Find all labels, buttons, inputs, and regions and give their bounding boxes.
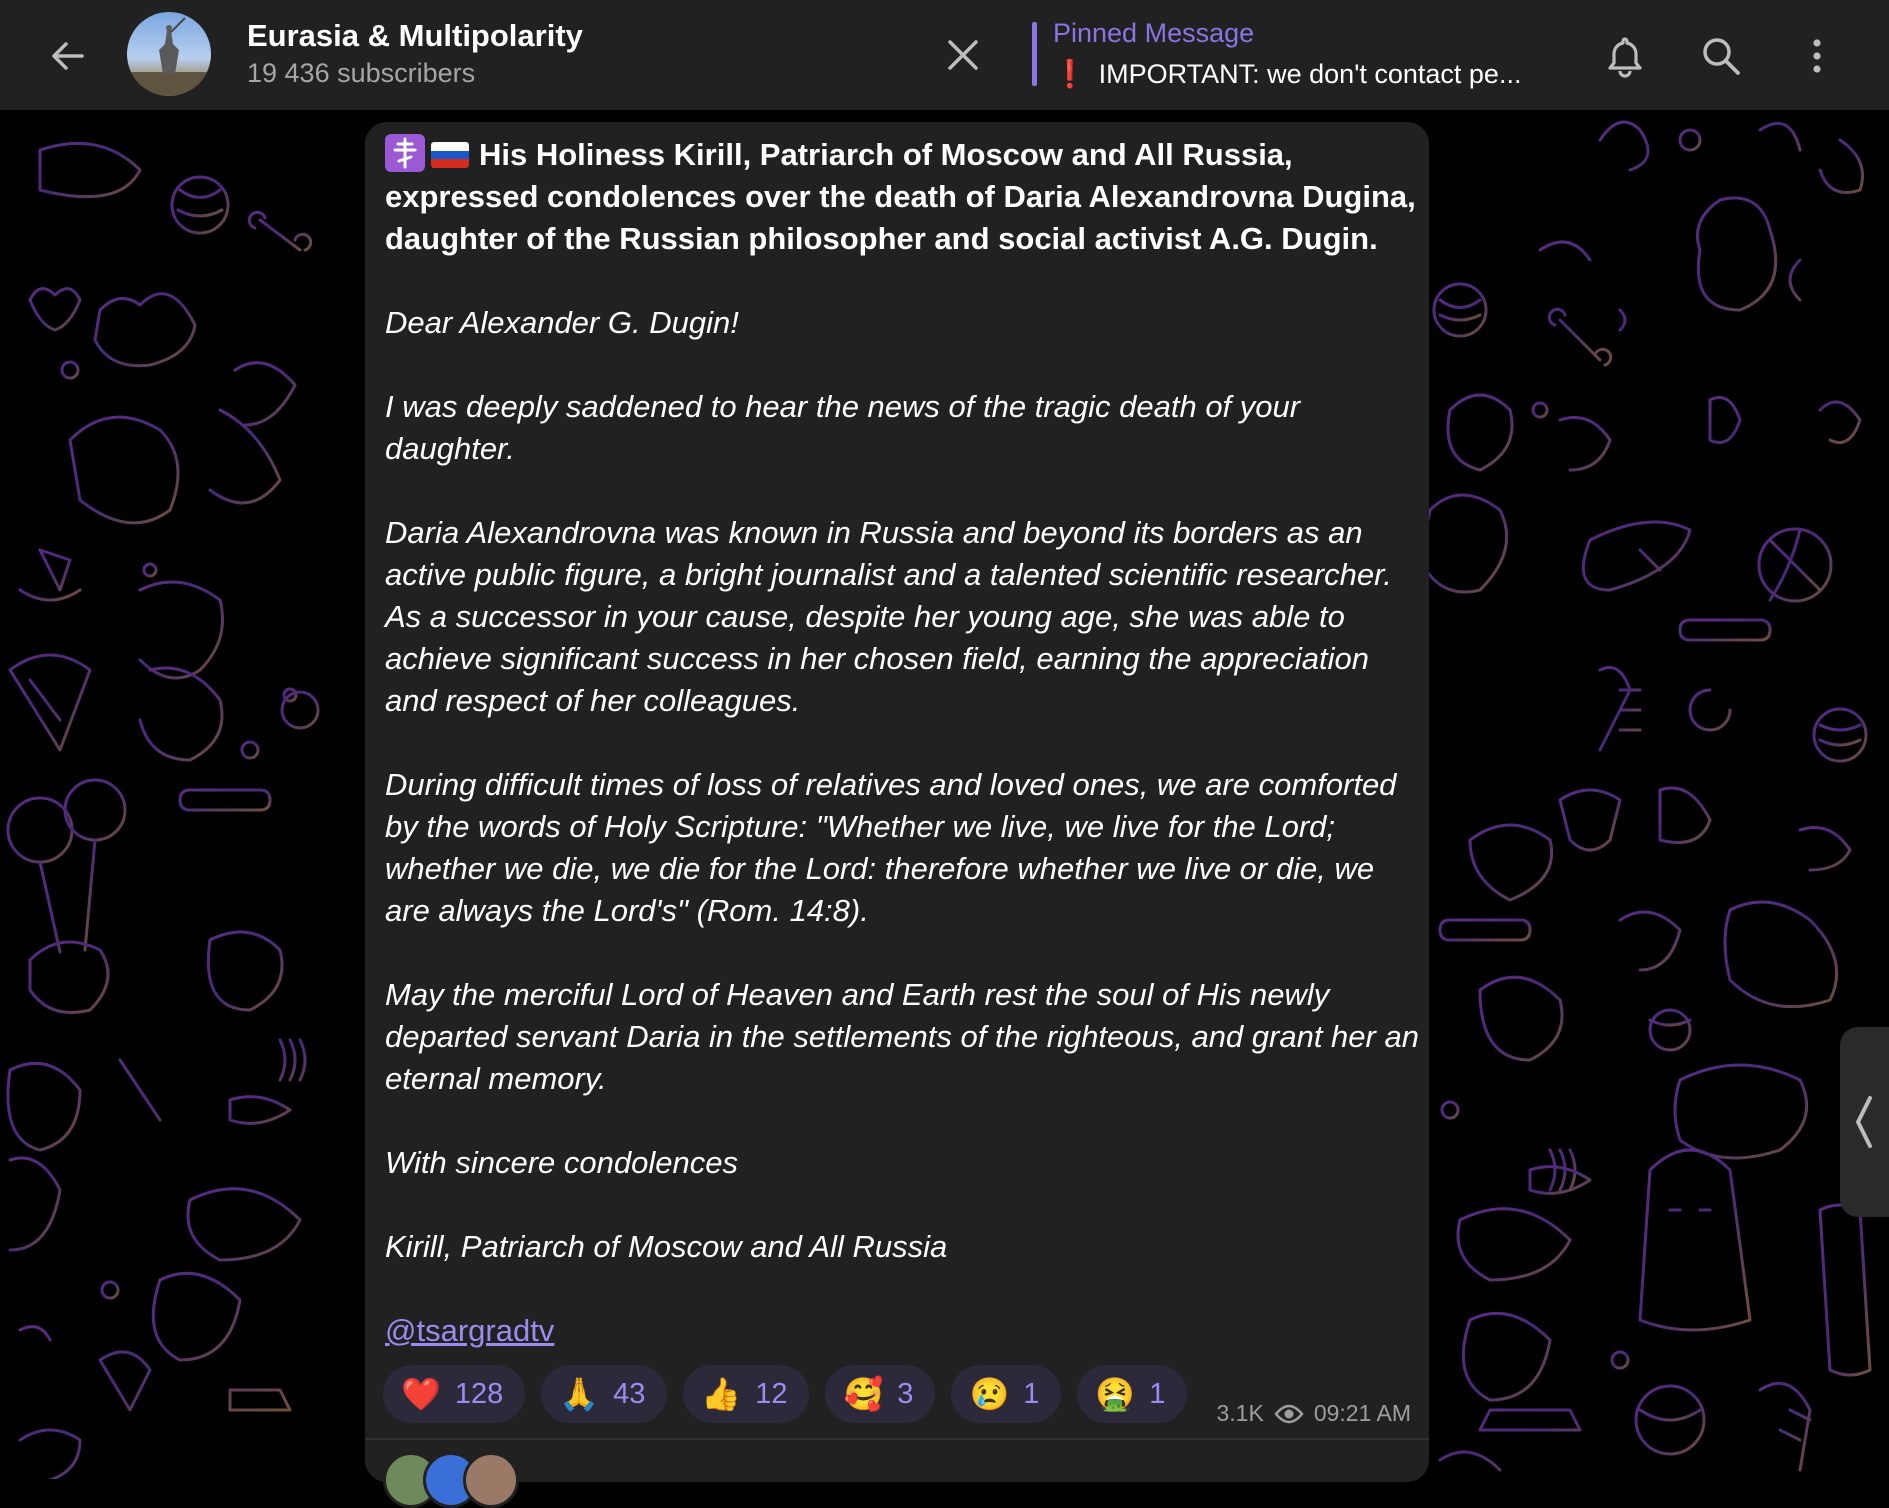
reaction-count: 1 xyxy=(1149,1377,1166,1410)
heart-icon: ❤️ xyxy=(401,1376,441,1412)
comments-divider xyxy=(365,1438,1429,1440)
close-pinned-button[interactable] xyxy=(940,32,986,78)
message-body: His Holiness Kirill, Patriarch of Moscow… xyxy=(385,134,1425,1352)
reaction-count: 43 xyxy=(613,1377,646,1410)
reaction-pray[interactable]: 🙏 43 xyxy=(541,1365,668,1423)
message-time: 09:21 AM xyxy=(1313,1400,1411,1426)
avatar xyxy=(463,1452,519,1508)
thumbs-up-icon: 👍 xyxy=(701,1376,742,1412)
russia-flag-icon xyxy=(431,142,469,168)
search-button[interactable] xyxy=(1693,28,1749,84)
statue-image xyxy=(127,17,211,96)
arrow-left-icon xyxy=(52,42,84,70)
search-icon xyxy=(1703,38,1740,75)
reaction-smiling-hearts[interactable]: 🥰 3 xyxy=(825,1365,936,1423)
reaction-heart[interactable]: ❤️ 128 xyxy=(383,1365,526,1423)
more-options-button[interactable] xyxy=(1789,28,1845,84)
reaction-count: 128 xyxy=(454,1377,504,1410)
view-count: 3.1K xyxy=(1216,1400,1264,1426)
paragraph: During difficult times of loss of relati… xyxy=(385,767,1397,928)
channel-title[interactable]: Eurasia & Multipolarity xyxy=(247,18,583,54)
pinned-message-text[interactable]: ❗ IMPORTANT: we don't contact pe... xyxy=(1053,58,1521,90)
reaction-count: 3 xyxy=(897,1377,914,1410)
reactions-row: ❤️ 128 🙏 43 👍 12 🥰 3 😢 1 🤮 1 xyxy=(383,1365,1188,1423)
headline-text: His Holiness Kirill, Patriarch of Moscow… xyxy=(385,137,1416,256)
side-panel-handle[interactable] xyxy=(1840,1027,1889,1217)
eye-icon xyxy=(1274,1404,1304,1423)
paragraph: Daria Alexandrovna was known in Russia a… xyxy=(385,515,1392,718)
paragraph: May the merciful Lord of Heaven and Eart… xyxy=(385,977,1419,1096)
reaction-crying[interactable]: 😢 1 xyxy=(951,1365,1062,1423)
reaction-vomit[interactable]: 🤮 1 xyxy=(1077,1365,1188,1423)
chat-header: Eurasia & Multipolarity 19 436 subscribe… xyxy=(0,0,1889,110)
message-meta: 3.1K 09:21 AM xyxy=(1216,1400,1411,1427)
pray-icon: 🙏 xyxy=(559,1376,600,1412)
message-headline: His Holiness Kirill, Patriarch of Moscow… xyxy=(385,134,1425,260)
more-vertical-icon xyxy=(1813,39,1821,73)
comments-avatars[interactable] xyxy=(383,1452,519,1508)
chevron-left-icon xyxy=(1856,1096,1872,1148)
channel-avatar[interactable] xyxy=(127,12,211,96)
bell-icon xyxy=(1608,37,1642,78)
paragraph: With sincere condolences xyxy=(385,1145,738,1180)
close-icon xyxy=(948,40,978,70)
pinned-message-preview: IMPORTANT: we don't contact pe... xyxy=(1098,59,1522,89)
vomiting-face-icon: 🤮 xyxy=(1095,1376,1136,1412)
reaction-count: 12 xyxy=(755,1377,788,1410)
message-bubble[interactable]: His Holiness Kirill, Patriarch of Moscow… xyxy=(365,122,1429,1508)
exclamation-icon: ❗ xyxy=(1053,59,1087,89)
paragraph: Kirill, Patriarch of Moscow and All Russ… xyxy=(385,1229,948,1264)
pinned-message-label[interactable]: Pinned Message xyxy=(1053,18,1254,49)
paragraph: I was deeply saddened to hear the news o… xyxy=(385,389,1301,466)
reaction-thumbs-up[interactable]: 👍 12 xyxy=(683,1365,810,1423)
back-button[interactable] xyxy=(40,30,96,82)
paragraph: Dear Alexander G. Dugin! xyxy=(385,305,739,340)
mention-link[interactable]: @tsargradtv xyxy=(385,1313,554,1348)
mute-button[interactable] xyxy=(1597,28,1653,84)
crying-face-icon: 😢 xyxy=(969,1376,1010,1412)
pinned-indicator-bar xyxy=(1032,22,1037,86)
smiling-hearts-icon: 🥰 xyxy=(843,1376,884,1412)
reaction-count: 1 xyxy=(1023,1377,1040,1410)
subscriber-count: 19 436 subscribers xyxy=(247,58,476,88)
orthodox-cross-icon xyxy=(385,134,425,172)
